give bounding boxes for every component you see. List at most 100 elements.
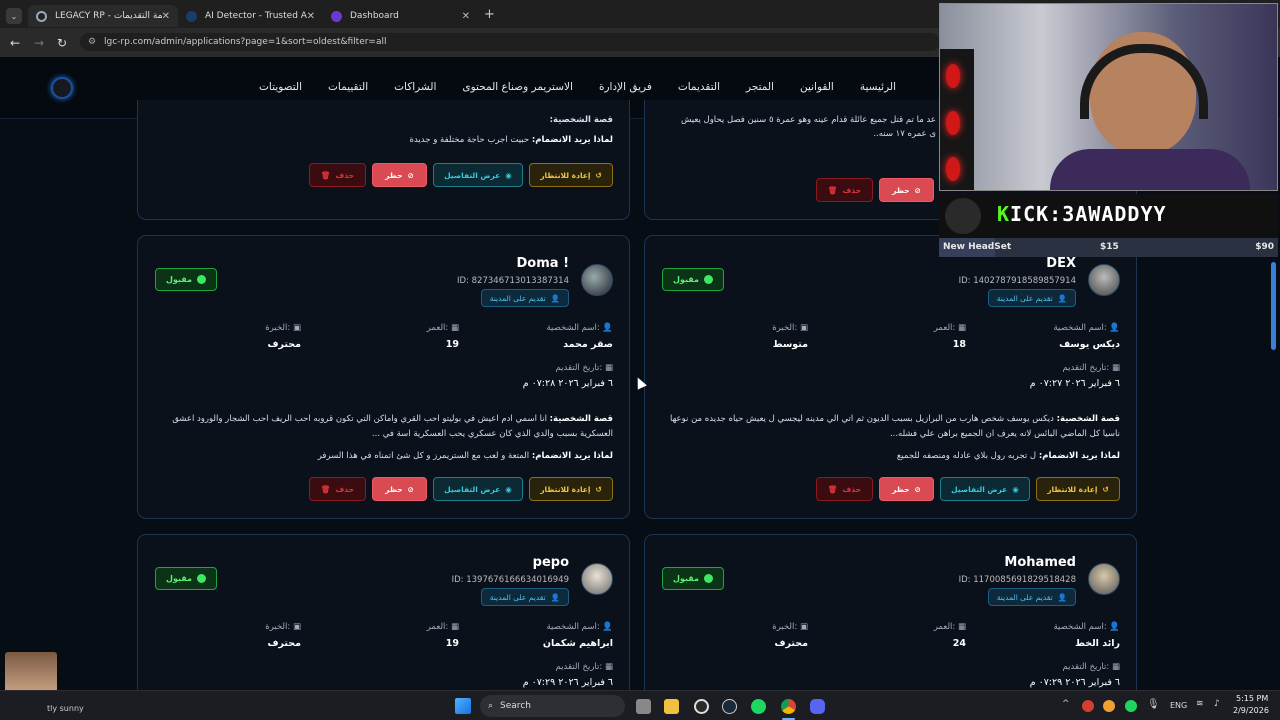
apply-city-badge: تقديم على المدينة 👤 <box>480 289 569 307</box>
delete-button[interactable]: 🗑 حذف <box>816 477 873 501</box>
wifi-icon[interactable]: ≋ <box>1196 699 1204 709</box>
nav-applications[interactable]: التقديمات <box>678 81 720 93</box>
view-details-button[interactable]: عرض التفاصيل ◉ <box>433 163 523 187</box>
experience-value: محترف <box>774 638 808 649</box>
ban-button[interactable]: حظر ⊘ <box>372 477 427 501</box>
date-label: تاريخ التقديم: ▦ <box>555 662 613 672</box>
nav-admin-team[interactable]: فريق الإدارة <box>599 81 652 93</box>
delete-button[interactable]: 🗑 حذف <box>816 178 873 202</box>
tab-list-icon[interactable]: ⌄ <box>6 8 22 24</box>
return-waitlist-button[interactable]: إعادة للانتظار ↺ <box>529 163 613 187</box>
char-name-value: ديكس يوسف <box>1059 339 1120 350</box>
nav-rules[interactable]: القوانين <box>800 81 834 93</box>
delete-button[interactable]: 🗑 حذف <box>309 477 366 501</box>
username: pepo <box>532 555 569 570</box>
taskbar-search[interactable]: ⌕ Search <box>480 695 625 717</box>
label-text: تاريخ التقديم: <box>1062 662 1110 672</box>
tab-dashboard[interactable]: Dashboard ✕ <box>323 5 478 27</box>
details-label: عرض التفاصيل <box>444 484 501 494</box>
date-label: تاريخ التقديم: ▦ <box>555 363 613 373</box>
page-scrollbar-thumb[interactable] <box>1271 262 1276 350</box>
close-icon[interactable]: ✕ <box>162 11 170 22</box>
back-icon[interactable]: ← <box>10 36 20 50</box>
return-waitlist-button[interactable]: إعادة للانتظار ↺ <box>529 477 613 501</box>
date-value: ٦ فبراير ٢٠٢٦ ٠٧:٢٩ م <box>1029 677 1120 688</box>
waitlist-label: إعادة للانتظار <box>540 170 591 180</box>
chrome-icon[interactable] <box>781 699 796 714</box>
experience-label: الخبرة: ▣ <box>772 622 808 632</box>
status-badge: مقبول <box>662 268 724 291</box>
steam-icon[interactable] <box>722 699 737 714</box>
tray-spotify-icon[interactable] <box>1125 700 1137 712</box>
label-text: اسم الشخصية: <box>546 323 600 333</box>
view-details-button[interactable]: عرض التفاصيل ◉ <box>940 477 1030 501</box>
ban-label: حظر <box>385 170 403 180</box>
nav-store[interactable]: المتجر <box>746 81 774 93</box>
nav-reviews[interactable]: التقييمات <box>328 81 368 93</box>
nav-streamers[interactable]: الاستريمر وصناع المحتوى <box>462 81 573 93</box>
tab-legacy-rp[interactable]: LEGACY RP - قائمة التقديمات ✕ <box>28 5 178 27</box>
new-tab-button[interactable]: + <box>484 7 495 22</box>
view-details-button[interactable]: عرض التفاصيل ◉ <box>433 477 523 501</box>
clock-time[interactable]: 5:15 PM <box>1236 694 1268 703</box>
tray-chevron-icon[interactable]: ^ <box>1062 699 1070 709</box>
url-text: lgc-rp.com/admin/applications?page=1&sor… <box>104 37 387 47</box>
volume-icon[interactable]: ♪ <box>1214 699 1220 709</box>
why-join-label: لماذا يريد الانضمام: <box>531 451 613 461</box>
badge-label: تقديم على المدينة <box>489 293 546 303</box>
donation-goal-bar: New HeadSet $15 $90 <box>939 238 1278 257</box>
ban-button[interactable]: حظر ⊘ <box>879 178 934 202</box>
reload-icon[interactable]: ↻ <box>57 36 67 50</box>
task-view-icon[interactable] <box>636 699 651 714</box>
language-indicator[interactable]: ENG <box>1170 701 1187 710</box>
site-logo[interactable] <box>51 77 73 99</box>
eye-icon: ◉ <box>505 170 512 180</box>
story-label: قصة الشخصية: <box>1056 414 1120 424</box>
tab-ai-detector[interactable]: AI Detector - Trusted AI Checker ✕ <box>178 5 323 27</box>
file-explorer-icon[interactable] <box>664 699 679 714</box>
story-text: ديكس يوسف شخص هارب من البرازيل بسبب الدي… <box>670 414 1120 439</box>
url-bar[interactable]: ⚙ lgc-rp.com/admin/applications?page=1&s… <box>80 33 940 51</box>
nav-partners[interactable]: الشراكات <box>394 81 436 93</box>
why-join: لماذا يريد الانضمام: حبيت اجرب حاجة مختل… <box>153 133 613 148</box>
delete-label: حذف <box>842 185 861 195</box>
forward-icon[interactable]: → <box>34 36 44 50</box>
experience-label: الخبرة: ▣ <box>265 622 301 632</box>
char-name-value: رائد الخط <box>1075 638 1120 649</box>
nav-votes[interactable]: التصويتات <box>259 81 302 93</box>
nav-home[interactable]: الرئيسية <box>860 81 896 93</box>
close-icon[interactable]: ✕ <box>462 11 470 22</box>
spotify-icon[interactable] <box>751 699 766 714</box>
label-text: الخبرة: <box>265 323 291 333</box>
legacy-favicon-icon <box>36 10 47 22</box>
date-label: تاريخ التقديم: ▦ <box>1062 363 1120 373</box>
label-text: الخبرة: <box>772 622 798 632</box>
why-join-text: ل تجربه رول بلاي عادله ومنصفه للجميع <box>896 451 1037 461</box>
site-info-icon[interactable]: ⚙ <box>88 37 96 47</box>
char-name-label: اسم الشخصية: 👤 <box>546 323 613 333</box>
ban-label: حظر <box>385 484 403 494</box>
username: DEX <box>1046 256 1076 271</box>
user-icon: 👤 <box>1057 592 1067 602</box>
undo-icon: ↺ <box>595 170 602 180</box>
user-icon: 👤 <box>550 592 560 602</box>
discord-icon[interactable] <box>810 699 825 714</box>
tray-app-icon[interactable] <box>1103 700 1115 712</box>
close-icon[interactable]: ✕ <box>307 11 315 22</box>
start-icon[interactable] <box>455 698 471 714</box>
tray-app-icon[interactable] <box>1082 700 1094 712</box>
age-value: 24 <box>952 638 966 649</box>
status-label: مقبول <box>673 275 699 284</box>
ban-button[interactable]: حظر ⊘ <box>372 163 427 187</box>
status-label: مقبول <box>673 574 699 583</box>
return-waitlist-button[interactable]: إعادة للانتظار ↺ <box>1036 477 1120 501</box>
delete-button[interactable]: 🗑 حذف <box>309 163 366 187</box>
microphone-icon[interactable]: 🎙 <box>1147 699 1160 710</box>
clock-date[interactable]: 2/9/2026 <box>1233 706 1269 715</box>
check-icon <box>196 275 206 284</box>
card-actions: 🗑 حذف حظر ⊘ عرض التفاصيل ◉ إعادة للانتظار ↺ <box>816 477 1120 501</box>
ban-button[interactable]: حظر ⊘ <box>879 477 934 501</box>
why-join: لماذا يريد الانضمام: ل تجربه رول بلاي عا… <box>660 449 1120 464</box>
xbox-icon[interactable] <box>694 699 709 714</box>
kick-logo: K <box>997 202 1011 226</box>
